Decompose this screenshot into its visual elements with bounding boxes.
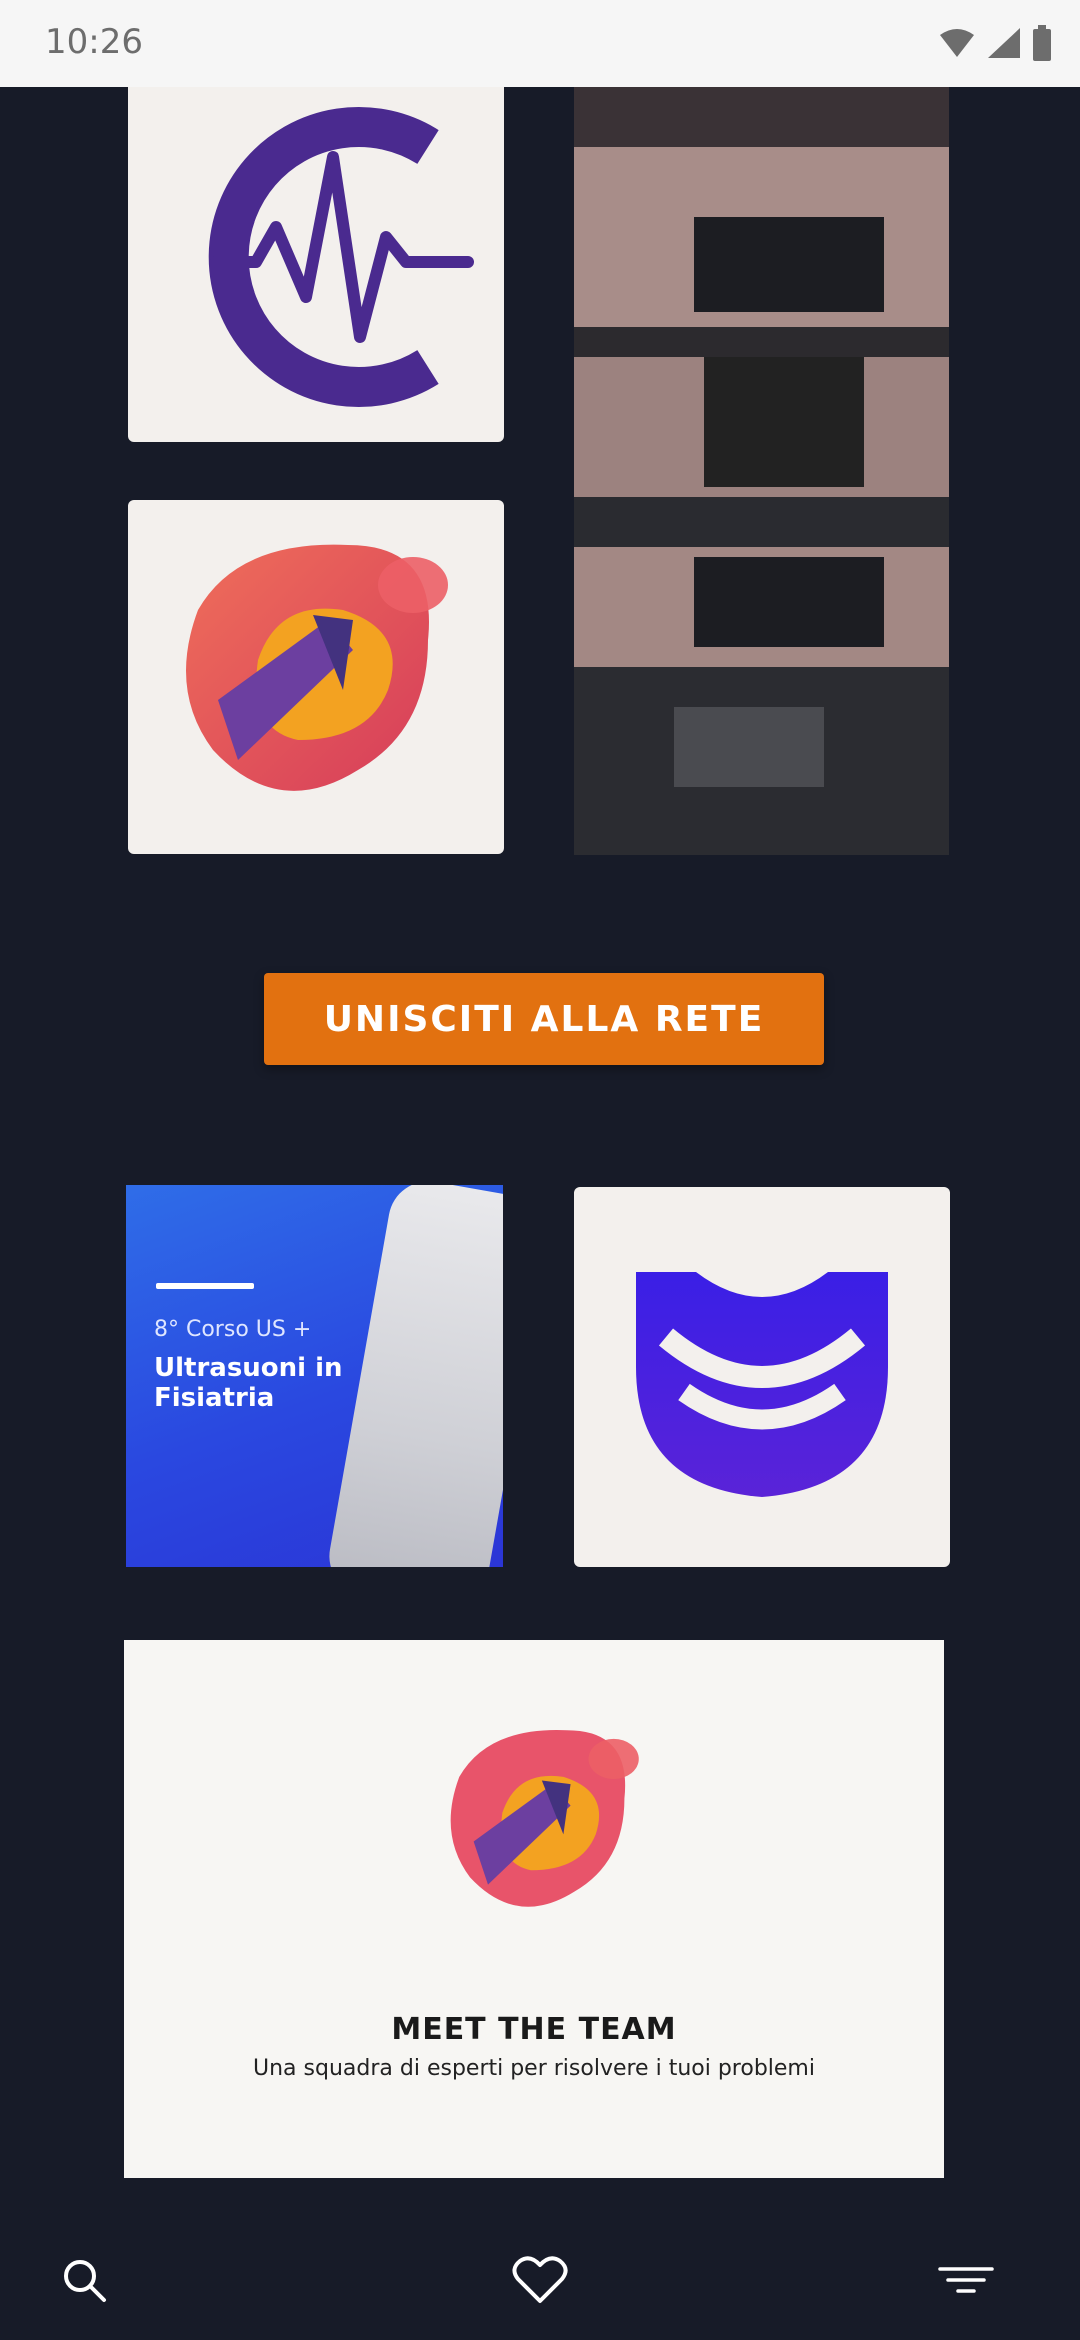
app-screen: 10:26 UNISCITI ALLA RETE 8° Corso US + U… xyxy=(0,0,1080,2340)
tile-cardio-logo[interactable] xyxy=(128,87,504,442)
tile-meet-the-team[interactable]: MEET THE TEAM Una squadra di esperti per… xyxy=(124,1640,944,2178)
nav-search-button[interactable] xyxy=(44,2240,124,2320)
course-title: Ultrasuoni in Fisiatria xyxy=(154,1353,343,1413)
ultrasound-waves-logo-icon xyxy=(636,1272,888,1497)
cellular-signal-icon xyxy=(986,26,1022,64)
tile-ultrasound-logo[interactable] xyxy=(574,1187,950,1567)
tile-building-photo[interactable] xyxy=(574,87,949,855)
heart-icon xyxy=(512,2256,568,2303)
nav-favorites-button[interactable] xyxy=(500,2240,580,2320)
nav-menu-button[interactable] xyxy=(926,2240,1006,2320)
tile-blob-logo[interactable] xyxy=(128,500,504,854)
bottom-nav xyxy=(0,2220,1080,2340)
status-bar: 10:26 xyxy=(0,0,1080,87)
team-subtitle: Una squadra di esperti per risolvere i t… xyxy=(253,2056,815,2081)
course-divider xyxy=(156,1283,254,1289)
team-title: MEET THE TEAM xyxy=(391,2012,677,2047)
tile-course-ultrasound[interactable]: 8° Corso US + Ultrasuoni in Fisiatria xyxy=(126,1185,503,1567)
status-icons xyxy=(938,24,1052,66)
colorful-blob-logo-icon xyxy=(450,1729,639,1907)
join-network-button[interactable]: UNISCITI ALLA RETE xyxy=(264,973,824,1065)
c-heartbeat-logo-icon xyxy=(208,107,474,407)
status-time: 10:26 xyxy=(45,22,143,62)
course-edition: 8° Corso US + xyxy=(154,1317,312,1342)
battery-icon xyxy=(1032,25,1052,65)
menu-icon xyxy=(938,2267,994,2293)
colorful-blob-logo-icon xyxy=(186,544,448,791)
wifi-icon xyxy=(938,27,976,63)
search-icon xyxy=(64,2260,106,2302)
